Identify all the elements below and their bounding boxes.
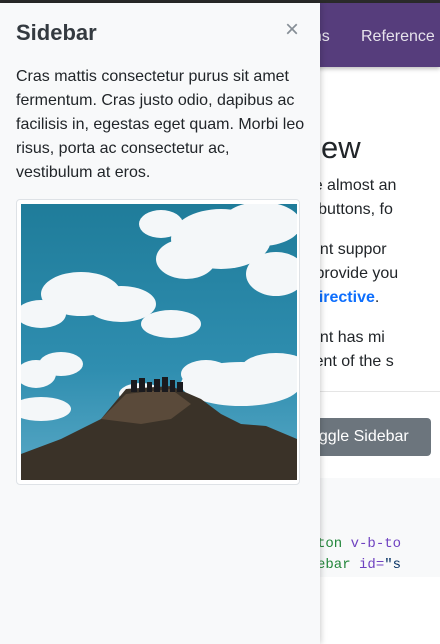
sidebar-title: Sidebar — [16, 20, 97, 45]
code-attr: id= — [350, 557, 385, 573]
sidebar-text: Cras mattis consectetur purus sit amet f… — [16, 68, 305, 181]
close-icon[interactable]: × — [281, 17, 303, 43]
nav-link-reference[interactable]: Reference — [361, 28, 435, 46]
code-string: "s — [384, 557, 402, 573]
mountain-photo — [21, 204, 297, 480]
period: . — [374, 289, 380, 306]
code-attr: v-b-to — [342, 536, 402, 552]
image-thumbnail — [16, 199, 300, 485]
sidebar-panel: Sidebar × Cras mattis consectetur purus … — [0, 3, 320, 644]
